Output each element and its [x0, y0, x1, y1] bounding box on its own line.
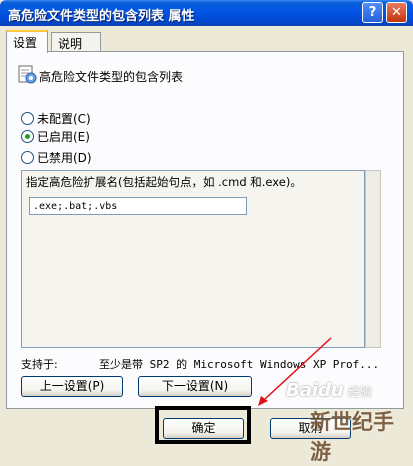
- supported-label: 支持于:: [21, 358, 58, 371]
- cancel-button[interactable]: 取消: [270, 418, 351, 439]
- policy-title: 高危险文件类型的包含列表: [39, 70, 184, 84]
- options-box: 指定高危险扩展名(包括起始句点，如 .cmd 和.exe)。: [21, 170, 365, 348]
- extensions-input[interactable]: [29, 197, 247, 215]
- tab-settings[interactable]: 设置: [6, 30, 48, 53]
- supported-value: 至少是带 SP2 的 Microsoft Windows XP Prof...: [99, 358, 380, 371]
- tab-explain[interactable]: 说明: [51, 32, 101, 51]
- settings-panel: 高危险文件类型的包含列表 未配置(C) 已启用(E) 已禁用(D) 指定高危险扩…: [6, 51, 404, 409]
- title-bar: 高危险文件类型的包含列表 属性 ? ✕: [0, 0, 413, 26]
- radio-disabled[interactable]: 已禁用(D): [21, 149, 92, 165]
- close-button[interactable]: ✕: [386, 2, 407, 23]
- radio-enabled-label: 已启用(E): [37, 130, 90, 144]
- radio-not-configured-circle[interactable]: [21, 112, 34, 125]
- radio-disabled-circle[interactable]: [21, 151, 34, 164]
- next-setting-button[interactable]: 下一设置(N): [138, 376, 252, 397]
- radio-not-configured-label: 未配置(C): [37, 112, 91, 126]
- window-title: 高危险文件类型的包含列表 属性: [8, 9, 195, 24]
- radio-enabled-circle[interactable]: [21, 130, 34, 143]
- ok-button[interactable]: 确定: [163, 418, 244, 439]
- policy-setting-icon: [18, 65, 37, 84]
- help-button[interactable]: ?: [362, 2, 383, 23]
- options-scrollbar[interactable]: [365, 170, 381, 348]
- radio-disabled-label: 已禁用(D): [37, 151, 92, 165]
- radio-enabled[interactable]: 已启用(E): [21, 128, 90, 144]
- radio-not-configured[interactable]: 未配置(C): [21, 110, 91, 126]
- previous-setting-button[interactable]: 上一设置(P): [21, 376, 123, 397]
- options-label: 指定高危险扩展名(包括起始句点，如 .cmd 和.exe)。: [26, 175, 302, 189]
